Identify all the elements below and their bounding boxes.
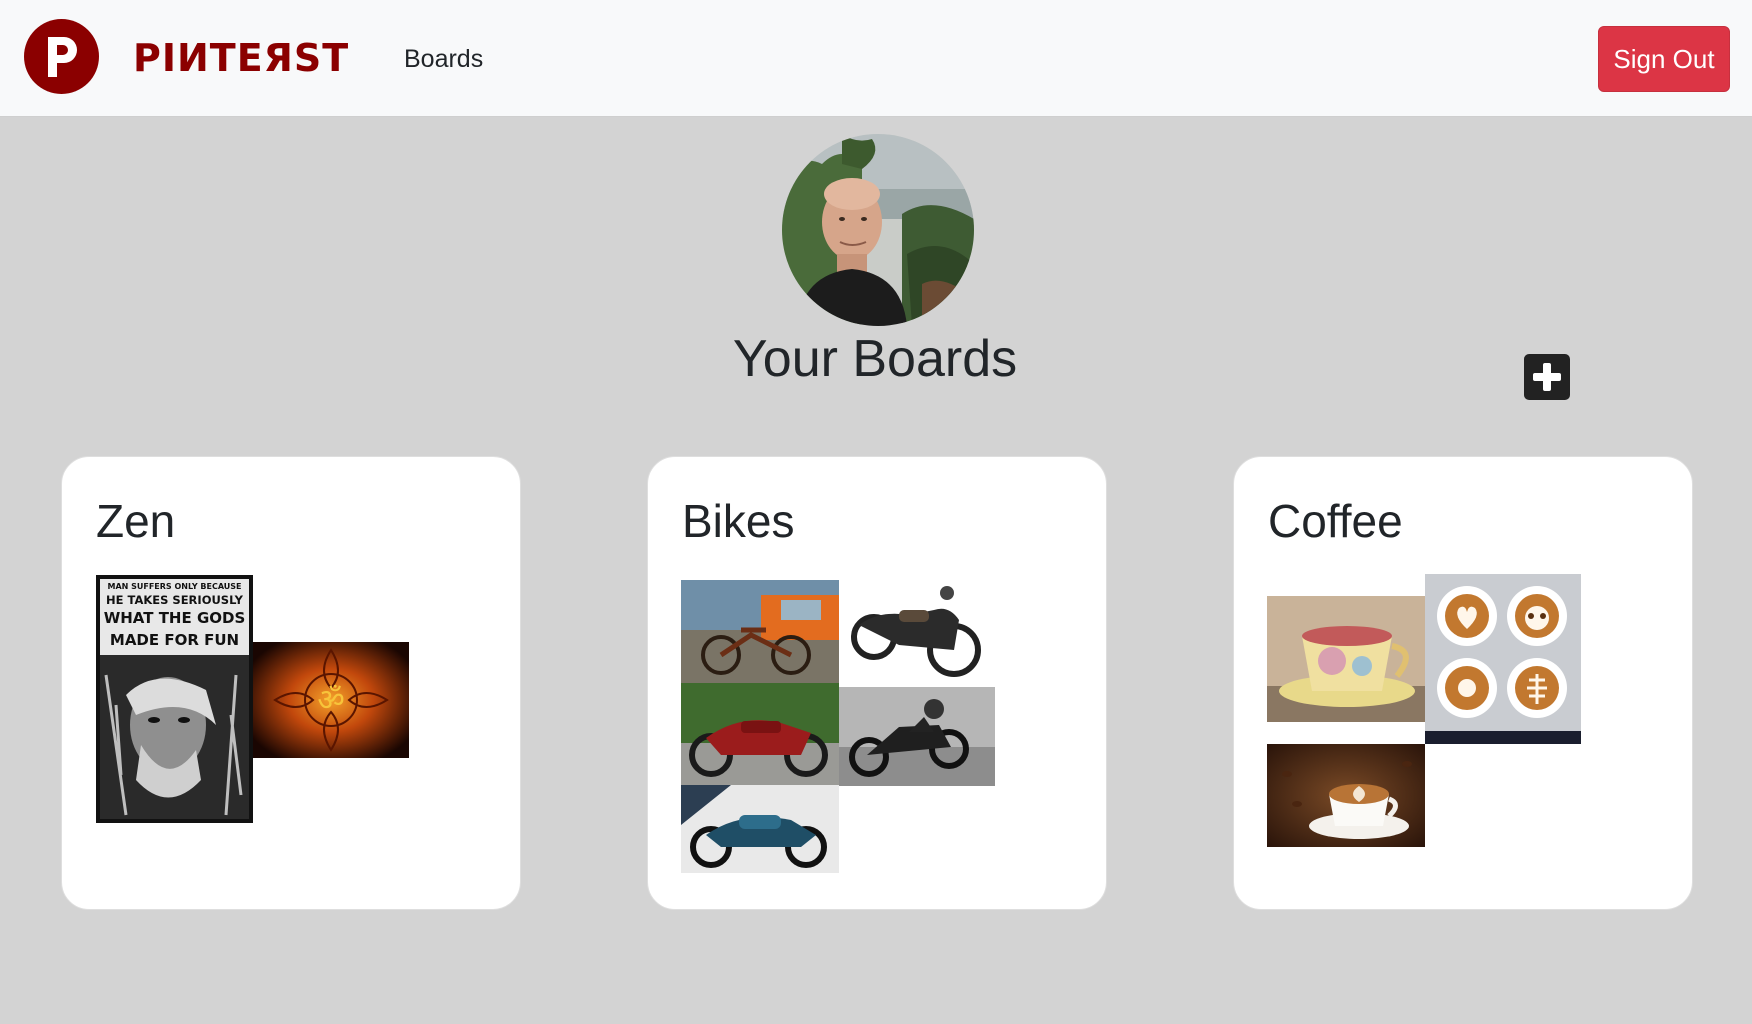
poster-text-line: MAN SUFFERS ONLY BECAUSE <box>107 582 242 591</box>
pinterest-logo-icon[interactable] <box>24 19 99 94</box>
board-card-coffee[interactable]: Coffee <box>1233 456 1693 910</box>
board-title: Coffee <box>1268 495 1403 547</box>
profile-avatar <box>782 134 974 326</box>
board-thumbnail-bike-2 <box>839 575 995 685</box>
board-thumbnail-cappuccino <box>1267 744 1425 847</box>
navbar: PIИTEЯST Boards Sign Out <box>0 0 1752 117</box>
sign-out-button[interactable]: Sign Out <box>1598 26 1730 92</box>
board-thumbnail-bike-5 <box>681 785 839 873</box>
board-card-bikes[interactable]: Bikes <box>647 456 1107 910</box>
board-thumbnail-teacup <box>1267 596 1425 722</box>
brand-name[interactable]: PIИTEЯST <box>133 36 349 80</box>
nav-link-boards[interactable]: Boards <box>404 44 483 74</box>
board-card-zen[interactable]: Zen MAN SUFFERS ONLY BECAUSE HE TAKES SE… <box>61 456 521 910</box>
poster-text-line: MADE FOR FUN <box>109 631 240 650</box>
board-thumbnail-poster: MAN SUFFERS ONLY BECAUSE HE TAKES SERIOU… <box>96 575 253 823</box>
svg-text:ॐ: ॐ <box>317 683 344 718</box>
poster-text-line: WHAT THE GODS <box>103 609 246 628</box>
board-thumbnail-om: ॐ <box>253 642 409 758</box>
board-thumbnail-latte-art <box>1425 574 1581 744</box>
board-thumbnail-bike-1 <box>681 580 839 683</box>
board-thumbnail-bike-4 <box>839 687 995 786</box>
board-title: Bikes <box>682 495 795 547</box>
add-board-button[interactable] <box>1524 354 1570 400</box>
poster-text-line: HE TAKES SERIOUSLY <box>106 593 243 608</box>
board-title: Zen <box>96 495 176 547</box>
page-title: Your Boards <box>732 330 1018 388</box>
board-thumbnail-bike-3 <box>681 683 839 785</box>
